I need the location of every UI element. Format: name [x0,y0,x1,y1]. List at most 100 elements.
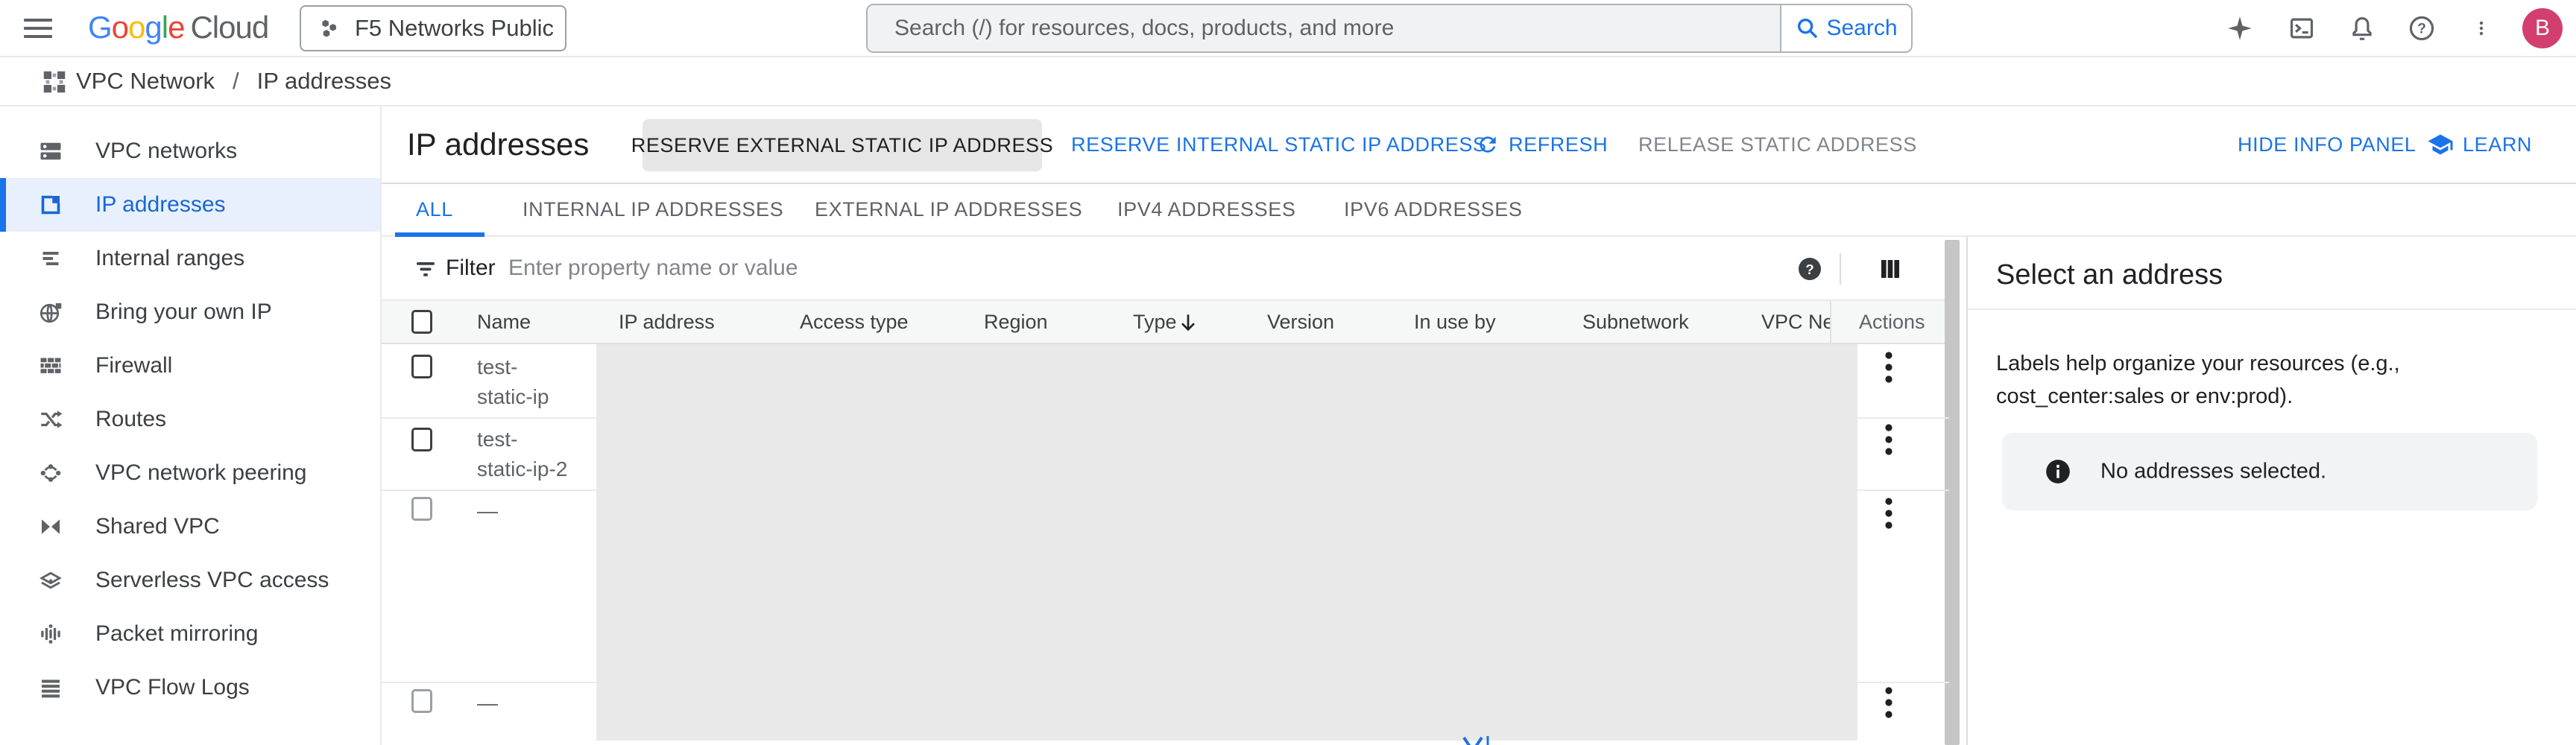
table-body: test- static-ip test- static-ip-2 — — [382,344,1949,745]
header-column-separator [1830,301,1831,343]
no-selection-notice: No addresses selected. [2002,433,2537,510]
select-all-checkbox[interactable] [411,310,432,334]
column-header-ip-address[interactable]: IP address [619,301,715,343]
column-header-version[interactable]: Version [1267,301,1334,343]
column-header-type[interactable]: Type [1133,301,1177,343]
svg-text:?: ? [2417,22,2426,37]
page-header: IP addresses RESERVE EXTERNAL STATIC IP … [382,107,2576,184]
tab-internal-ip-addresses[interactable]: INTERNAL IP ADDRESSES [523,184,783,235]
peering-icon [37,460,64,486]
info-panel-title: Select an address [1996,259,2223,291]
row-name-cell: test- static-ip [477,352,549,412]
table-filter-bar: Filter ? [382,237,1949,301]
google-cloud-logo: GoogleCloud [88,10,268,45]
release-static-address-button[interactable]: RELEASE STATIC ADDRESS [1638,107,1917,183]
search-icon [1795,16,1820,41]
column-header-vpc-network[interactable]: VPC Network [1761,301,1831,343]
more-vertical-icon[interactable] [2472,14,2490,42]
filter-bar-divider [1840,253,1841,285]
column-display-options-icon[interactable] [1877,256,1904,282]
cloud-shell-icon[interactable] [2288,14,2316,42]
filter-input[interactable] [508,244,1597,292]
filter-tabs: ALL INTERNAL IP ADDRESSES EXTERNAL IP AD… [382,184,2576,237]
breadcrumb-section[interactable]: VPC Network [76,68,215,95]
column-header-name[interactable]: Name [477,301,531,343]
project-selector[interactable]: F5 Networks Public [300,5,566,51]
refresh-label: REFRESH [1509,133,1608,156]
learn-button[interactable]: LEARN [2427,107,2532,183]
row-actions-menu-icon[interactable] [1883,351,1895,384]
column-header-subnetwork[interactable]: Subnetwork [1582,301,1689,343]
tab-external-ip-addresses[interactable]: EXTERNAL IP ADDRESSES [815,184,1082,235]
reserve-internal-static-ip-button[interactable]: RESERVE INTERNAL STATIC IP ADDRESS [1071,107,1487,183]
ip-addresses-icon [37,191,64,218]
global-search-input[interactable] [868,5,1780,51]
row-actions-menu-icon[interactable] [1883,423,1895,456]
row-name-cell: — [477,688,498,718]
no-selection-message: No addresses selected. [2100,460,2326,484]
sidebar-item-shared-vpc[interactable]: Shared VPC [0,500,380,554]
row-actions-menu-icon[interactable] [1883,686,1895,719]
breadcrumb-page: IP addresses [257,68,391,95]
sidebar-item-ip-addresses[interactable]: IP addresses [0,178,380,232]
gemini-sparkle-icon[interactable] [2226,14,2254,42]
row-actions-menu-icon[interactable] [1883,497,1895,530]
sort-descending-arrow-icon[interactable] [1176,311,1200,335]
search-button[interactable]: Search [1780,5,1911,51]
account-avatar[interactable]: B [2522,8,2563,48]
sidebar-item-packet-mirroring[interactable]: Packet mirroring [0,607,380,661]
row-checkbox-3[interactable] [411,497,432,521]
filter-icon [412,256,439,282]
vpc-network-icon [40,68,69,96]
hamburger-menu-icon[interactable] [24,19,52,39]
table-header: Name IP address Access type Region Type … [382,301,1949,344]
sidebar-item-internal-ranges[interactable]: Internal ranges [0,232,380,285]
column-header-region[interactable]: Region [984,301,1048,343]
vertical-scrollbar[interactable] [1945,240,1960,745]
row-checkbox-2[interactable] [411,428,432,451]
column-header-in-use-by[interactable]: In use by [1414,301,1496,343]
learn-label: LEARN [2463,133,2532,156]
sidebar-item-vpc-flow-logs[interactable]: VPC Flow Logs [0,661,380,714]
hide-info-panel-button[interactable]: HIDE INFO PANEL [2238,107,2416,183]
info-panel-description: Labels help organize your resources (e.g… [1996,347,2557,413]
tab-ipv6-addresses[interactable]: IPV6 ADDRESSES [1344,184,1523,235]
byoip-icon [37,299,64,326]
page-title: IP addresses [407,127,589,162]
sidebar-item-serverless-vpc-access[interactable]: Serverless VPC access [0,554,380,607]
serverless-icon [37,567,64,594]
packet-mirroring-icon [37,621,64,647]
breadcrumb-separator: / [233,68,239,95]
top-bar: GoogleCloud F5 Networks Public Search [0,0,2576,57]
sidebar-item-firewall[interactable]: Firewall [0,339,380,393]
reserve-external-static-ip-button[interactable]: RESERVE EXTERNAL STATIC IP ADDRESS [643,119,1042,171]
vpc-networks-icon [37,138,64,165]
sidebar-nav: VPC networks IP addresses Internal range… [0,107,382,745]
row-name-cell: test- static-ip-2 [477,425,567,484]
sidebar-item-vpc-networks[interactable]: VPC networks [0,124,380,178]
tab-all[interactable]: ALL [416,184,453,235]
gcp-console: GoogleCloud F5 Networks Public Search [0,0,2576,745]
redacted-table-data-block [596,344,1857,741]
svg-text:?: ? [1805,261,1813,277]
clipped-blue-icon-fragment [1459,735,1492,745]
row-checkbox-1[interactable] [411,355,432,378]
routes-icon [37,406,64,433]
filter-help-icon[interactable]: ? [1796,256,1823,282]
logo-cloud-text: Cloud [190,10,268,45]
sidebar-item-routes[interactable]: Routes [0,393,380,446]
info-panel: Select an address Labels help organize y… [1966,237,2576,745]
shared-vpc-icon [37,513,64,540]
info-panel-divider [1968,308,2576,310]
sidebar-item-vpc-network-peering[interactable]: VPC network peering [0,446,380,500]
row-checkbox-4[interactable] [411,689,432,713]
internal-ranges-icon [37,245,64,272]
firewall-icon [37,352,64,379]
notifications-bell-icon[interactable] [2348,14,2376,42]
column-header-access-type[interactable]: Access type [800,301,909,343]
refresh-button[interactable]: REFRESH [1476,107,1608,183]
tab-ipv4-addresses[interactable]: IPV4 ADDRESSES [1117,184,1296,235]
search-button-label: Search [1826,16,1897,41]
help-icon[interactable]: ? [2408,14,2436,42]
sidebar-item-bring-your-own-ip[interactable]: Bring your own IP [0,285,380,339]
